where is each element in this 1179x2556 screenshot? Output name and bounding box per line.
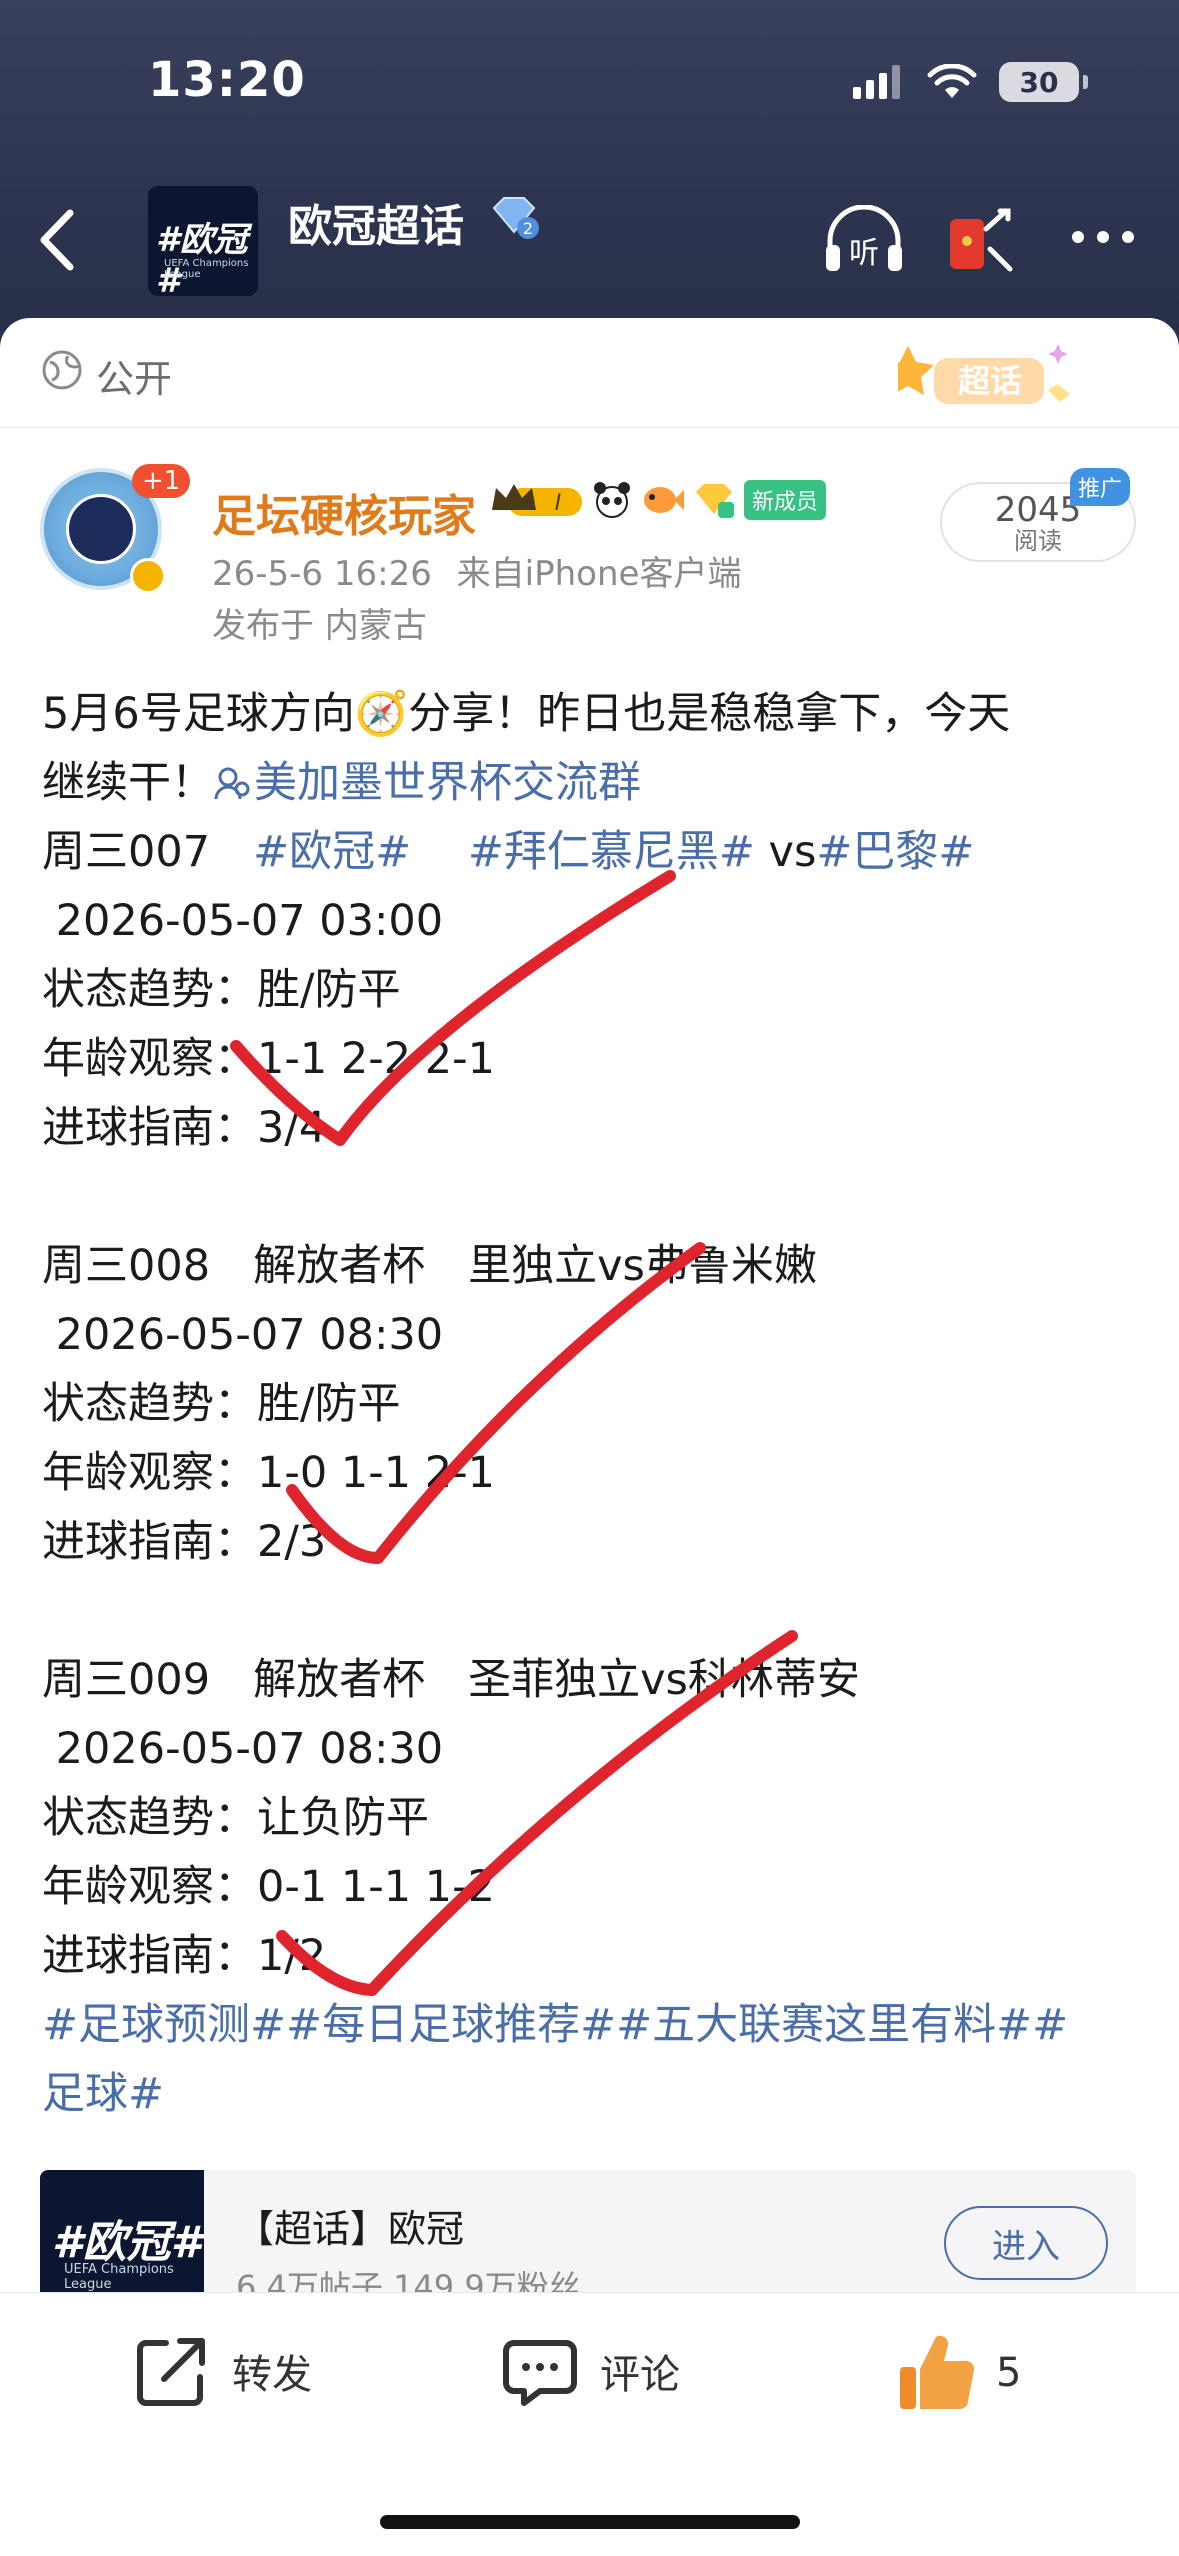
post-meta: 26-5-6 16:26 来自iPhone客户端	[212, 546, 741, 595]
visibility-row: 公开 超话	[0, 318, 1179, 428]
match-time: 2026-05-07 03:00	[42, 896, 444, 946]
comment-button[interactable]: 评论	[500, 2331, 680, 2411]
post-line: 继续干！ 美加墨世界杯交流群	[42, 749, 1152, 818]
author-badges: I 新成员	[488, 480, 827, 520]
diamond-badge-icon	[696, 484, 734, 518]
crown-level-badge-icon: I	[492, 484, 582, 516]
status-icons: 30	[853, 62, 1088, 102]
battery-indicator: 30	[999, 62, 1088, 102]
wifi-icon	[927, 64, 977, 98]
match-age: 年龄观察：1-1 2-2 2-1	[42, 1034, 496, 1084]
topic-name: 【超话】欧冠	[236, 2207, 465, 2251]
group-chat-icon	[214, 767, 250, 800]
avatar-plus-badge: +1	[132, 464, 191, 498]
headphones-listen-icon[interactable]: 听	[822, 205, 906, 275]
fish-icon	[644, 487, 684, 513]
match-age: 年龄观察：0-1 1-1 1-2	[42, 1862, 496, 1912]
group-logo[interactable]: #欧冠# UEFA Champions League	[148, 186, 258, 296]
visibility-label: 公开	[96, 357, 173, 401]
panda-icon	[594, 482, 630, 518]
match-title: 周三009 解放者杯 圣菲独立vs科林蒂安	[42, 1655, 860, 1705]
like-button[interactable]: 5	[896, 2331, 1021, 2415]
top-header: 13:20 30 #欧冠# UEFA Champions League 欧冠超话…	[0, 0, 1179, 330]
level-number: 2	[523, 219, 533, 238]
listen-label: 听	[849, 236, 879, 271]
group-logo-text: #欧冠#	[156, 220, 248, 296]
hashtag-link[interactable]: #巴黎#	[816, 827, 974, 877]
sticker-text: 超话	[958, 362, 1022, 400]
thumbs-up-icon	[900, 2335, 975, 2409]
more-options-icon[interactable]	[1068, 225, 1138, 249]
group-title[interactable]: 欧冠超话	[288, 190, 464, 254]
match-trend: 状态趋势：胜/防平	[42, 1379, 401, 1429]
group-chat-link-text: 美加墨世界杯交流群	[254, 758, 641, 808]
match-code: 周三007	[42, 827, 254, 877]
comment-icon	[503, 2340, 577, 2406]
post-card: 公开 超话 +1 足坛硬核玩家 I 新成员 26-5-6 16:26 来自iPh…	[0, 318, 1179, 2556]
super-topic-sticker-icon: 超话	[898, 344, 1070, 404]
post-body: 5月6号足球方向🧭分享！昨日也是稳稳拿下，今天 继续干！ 美加墨世界杯交流群 周三…	[42, 680, 1152, 2129]
svg-text:I: I	[555, 491, 562, 516]
back-arrow-icon[interactable]	[30, 205, 90, 275]
match-time: 2026-05-07 08:30	[42, 1310, 444, 1360]
match-age: 年龄观察：1-0 1-1 2-1	[42, 1448, 496, 1498]
post-text-span: 继续干！	[42, 758, 214, 808]
red-envelope-share-icon[interactable]	[946, 205, 1018, 277]
group-logo-sub: UEFA Champions League	[164, 258, 249, 280]
enter-topic-button[interactable]: 进入	[944, 2206, 1108, 2280]
status-time: 13:20	[148, 52, 306, 108]
post-datetime: 26-5-6 16:26	[212, 554, 432, 594]
post-source: 来自iPhone客户端	[456, 554, 742, 594]
bottom-action-bar: 转发 评论 5	[0, 2292, 1179, 2556]
match-goals: 进球指南：3/4	[42, 1103, 327, 1153]
cellular-signal-icon	[853, 65, 900, 99]
match-title: 周三008 解放者杯 里独立vs弗鲁米嫩	[42, 1241, 817, 1291]
match-goals: 进球指南：2/3	[42, 1517, 327, 1567]
group-chat-link[interactable]: 美加墨世界杯交流群	[214, 758, 641, 808]
home-indicator	[380, 2515, 800, 2529]
repost-icon	[137, 2338, 205, 2406]
post-line: 5月6号足球方向🧭分享！昨日也是稳稳拿下，今天	[42, 689, 1011, 739]
match-time: 2026-05-07 08:30	[42, 1724, 444, 1774]
hashtag-link[interactable]: #欧冠#	[253, 827, 411, 877]
match-trend: 状态趋势：胜/防平	[42, 965, 401, 1015]
author-name[interactable]: 足坛硬核玩家	[212, 480, 476, 544]
match-title: 周三007 #欧冠# #拜仁慕尼黑# vs#巴黎#	[42, 818, 1152, 887]
hashtag-line[interactable]: #足球预测##每日足球推荐##五大联赛这里有料##	[42, 1991, 1152, 2060]
match-trend: 状态趋势：让负防平	[42, 1793, 429, 1843]
diamond-level-badge-icon: 2	[492, 197, 539, 239]
post-region: 发布于 内蒙古	[212, 606, 427, 646]
repost-button[interactable]: 转发	[132, 2331, 312, 2411]
read-label: 阅读	[1014, 527, 1062, 555]
club-crest-icon	[66, 494, 136, 564]
repost-label: 转发	[232, 2352, 312, 2398]
topic-thumb-text: #欧冠#	[52, 2217, 202, 2268]
like-count: 5	[996, 2350, 1022, 2396]
new-member-badge: 新成员	[744, 480, 827, 520]
hashtag-line[interactable]: 足球#	[42, 2060, 1152, 2129]
match-goals: 进球指南：1/2	[42, 1931, 327, 1981]
topic-thumb-sub: UEFA Champions League	[64, 2262, 174, 2292]
globe-icon	[42, 350, 82, 390]
promote-tag[interactable]: 推广	[1070, 468, 1131, 506]
vs-text: vs	[754, 827, 817, 877]
comment-label: 评论	[600, 2352, 680, 2398]
spacer-text	[411, 827, 468, 877]
hashtag-link[interactable]: #拜仁慕尼黑#	[468, 827, 755, 877]
verified-icon	[130, 558, 166, 594]
